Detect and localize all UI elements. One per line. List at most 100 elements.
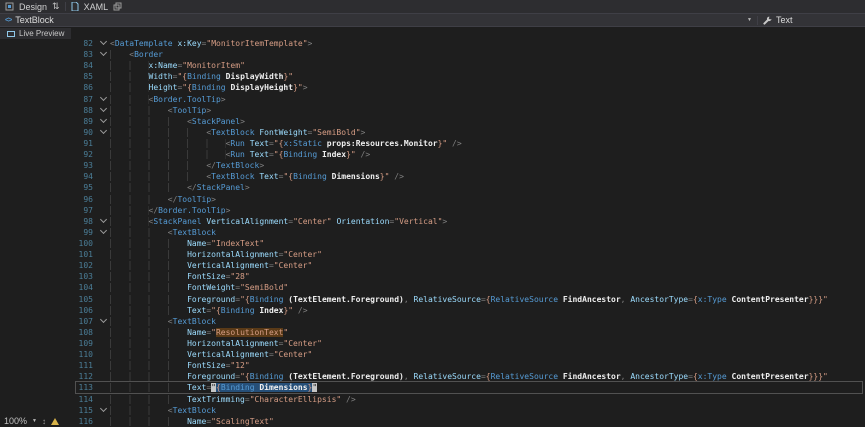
- line-number[interactable]: 101: [0, 249, 97, 260]
- line-number[interactable]: 90: [0, 127, 97, 138]
- line-number[interactable]: 83: [0, 49, 97, 60]
- line-number[interactable]: 111: [0, 360, 97, 371]
- line-number[interactable]: 102: [0, 260, 97, 271]
- code-line[interactable]: 111 FontSize="12": [0, 360, 865, 371]
- code-line[interactable]: 88 <ToolTip>: [0, 105, 865, 116]
- fold-collapse-icon[interactable]: [97, 116, 110, 127]
- code-line[interactable]: 96 </ToolTip>: [0, 194, 865, 205]
- code-line[interactable]: 103 FontSize="28": [0, 271, 865, 282]
- element-combobox-value: TextBlock: [15, 15, 54, 25]
- code-line[interactable]: 92 <Run Text="{Binding Index}" />: [0, 149, 865, 160]
- code-text: Name="IndexText": [110, 238, 865, 249]
- line-number[interactable]: 97: [0, 205, 97, 216]
- fold-spacer: [97, 394, 110, 405]
- code-line[interactable]: 85 Width="{Binding DisplayWidth}": [0, 71, 865, 82]
- code-line[interactable]: 89 <StackPanel>: [0, 116, 865, 127]
- element-combobox[interactable]: <> TextBlock ▼: [0, 14, 757, 26]
- code-line[interactable]: 106 Text="{Binding Index}" />: [0, 305, 865, 316]
- code-line[interactable]: 107 <TextBlock: [0, 316, 865, 327]
- code-line[interactable]: 97 </Border.ToolTip>: [0, 205, 865, 216]
- line-number[interactable]: 113: [0, 382, 97, 393]
- code-line[interactable]: 93 </TextBlock>: [0, 160, 865, 171]
- line-number[interactable]: 92: [0, 149, 97, 160]
- line-number[interactable]: 100: [0, 238, 97, 249]
- code-line[interactable]: 94 <TextBlock Text="{Binding Dimensions}…: [0, 171, 865, 182]
- chevron-down-icon[interactable]: ▼: [747, 17, 752, 23]
- line-number[interactable]: 107: [0, 316, 97, 327]
- code-line[interactable]: 116 Name="ScalingText": [0, 416, 865, 427]
- line-number[interactable]: 88: [0, 105, 97, 116]
- code-text: VerticalAlignment="Center": [110, 349, 865, 360]
- zoom-control[interactable]: 100% ▼ ↕: [0, 415, 63, 427]
- fold-spacer: [97, 149, 110, 160]
- code-line[interactable]: 84 x:Name="MonitorItem": [0, 60, 865, 71]
- zoom-chevron-icon[interactable]: ▼: [32, 418, 37, 424]
- line-number[interactable]: 104: [0, 282, 97, 293]
- line-number[interactable]: 89: [0, 116, 97, 127]
- code-line[interactable]: 108 Name="ResolutionText": [0, 327, 865, 338]
- code-line[interactable]: 110 VerticalAlignment="Center": [0, 349, 865, 360]
- line-number[interactable]: 110: [0, 349, 97, 360]
- code-line[interactable]: 101 HorizontalAlignment="Center": [0, 249, 865, 260]
- property-combobox[interactable]: Text: [758, 14, 865, 26]
- line-number[interactable]: 103: [0, 271, 97, 282]
- code-line[interactable]: 104 FontWeight="SemiBold": [0, 282, 865, 293]
- code-line[interactable]: 83 <Border: [0, 49, 865, 60]
- line-number[interactable]: 85: [0, 71, 97, 82]
- fold-collapse-icon[interactable]: [97, 227, 110, 238]
- fold-collapse-icon[interactable]: [97, 49, 110, 60]
- code-line[interactable]: 86 Height="{Binding DisplayHeight}">: [0, 82, 865, 93]
- xaml-view-tab[interactable]: XAML: [84, 2, 109, 12]
- code-line[interactable]: 105 Foreground="{Binding (TextElement.Fo…: [0, 294, 865, 305]
- live-preview-tab[interactable]: Live Preview: [0, 28, 71, 39]
- fold-collapse-icon[interactable]: [97, 38, 110, 49]
- fold-collapse-icon[interactable]: [97, 127, 110, 138]
- code-line[interactable]: 95 </StackPanel>: [0, 182, 865, 193]
- line-number[interactable]: 109: [0, 338, 97, 349]
- line-number[interactable]: 95: [0, 182, 97, 193]
- code-line[interactable]: 113 Text="{Binding Dimensions}": [0, 382, 865, 393]
- line-number[interactable]: 112: [0, 371, 97, 382]
- line-number[interactable]: 91: [0, 138, 97, 149]
- code-line[interactable]: 114 TextTrimming="CharacterEllipsis" />: [0, 394, 865, 405]
- code-line[interactable]: 99 <TextBlock: [0, 227, 865, 238]
- line-number[interactable]: 86: [0, 82, 97, 93]
- code-line[interactable]: 87 <Border.ToolTip>: [0, 94, 865, 105]
- fold-collapse-icon[interactable]: [97, 316, 110, 327]
- design-view-tab[interactable]: Design: [19, 2, 47, 12]
- code-text: Text="{Binding Index}" />: [110, 305, 865, 316]
- code-line[interactable]: 115 <TextBlock: [0, 405, 865, 416]
- code-line[interactable]: 90 <TextBlock FontWeight="SemiBold">: [0, 127, 865, 138]
- fold-spacer: [97, 294, 110, 305]
- fold-collapse-icon[interactable]: [97, 105, 110, 116]
- code-line[interactable]: 102 VerticalAlignment="Center": [0, 260, 865, 271]
- line-number[interactable]: 94: [0, 171, 97, 182]
- line-number[interactable]: 87: [0, 94, 97, 105]
- line-number[interactable]: 93: [0, 160, 97, 171]
- line-number[interactable]: 106: [0, 305, 97, 316]
- code-editor[interactable]: 82<DataTemplate x:Key="MonitorItemTempla…: [0, 28, 865, 427]
- code-line[interactable]: 109 HorizontalAlignment="Center": [0, 338, 865, 349]
- fold-collapse-icon[interactable]: [97, 216, 110, 227]
- fold-collapse-icon[interactable]: [97, 94, 110, 105]
- popout-icon[interactable]: [113, 2, 122, 11]
- line-number[interactable]: 98: [0, 216, 97, 227]
- line-number[interactable]: 84: [0, 60, 97, 71]
- line-number[interactable]: 108: [0, 327, 97, 338]
- line-number[interactable]: 82: [0, 38, 97, 49]
- code-line[interactable]: 91 <Run Text="{x:Static props:Resources.…: [0, 138, 865, 149]
- line-number[interactable]: 114: [0, 394, 97, 405]
- warning-icon[interactable]: [51, 418, 59, 425]
- code-line[interactable]: 98 <StackPanel VerticalAlignment="Center…: [0, 216, 865, 227]
- line-number[interactable]: 99: [0, 227, 97, 238]
- line-number[interactable]: 96: [0, 194, 97, 205]
- code-line[interactable]: 82<DataTemplate x:Key="MonitorItemTempla…: [0, 38, 865, 49]
- updown-arrows-icon[interactable]: ↕: [42, 417, 46, 426]
- code-line[interactable]: 112 Foreground="{Binding (TextElement.Fo…: [0, 371, 865, 382]
- line-number[interactable]: 105: [0, 294, 97, 305]
- fold-spacer: [97, 305, 110, 316]
- swap-panes-icon[interactable]: ⇅: [52, 2, 60, 11]
- xaml-document-icon: [71, 2, 79, 11]
- code-line[interactable]: 100 Name="IndexText": [0, 238, 865, 249]
- fold-collapse-icon[interactable]: [97, 405, 110, 416]
